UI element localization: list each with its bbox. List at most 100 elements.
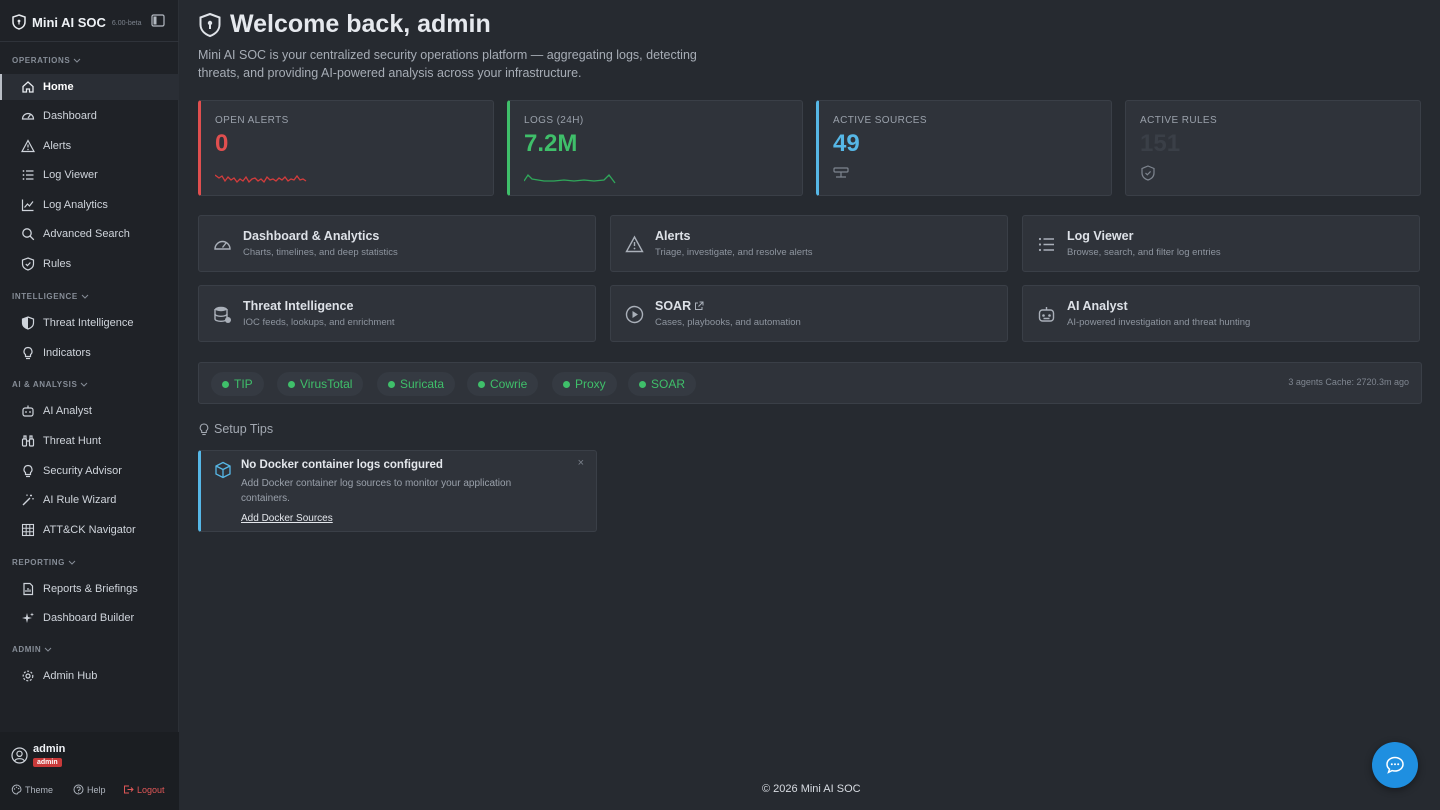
page-title: Welcome back, admin (230, 10, 491, 38)
page-subtitle: Mini AI SOC is your centralized security… (198, 48, 697, 80)
sidebar-item-ai-analyst[interactable]: AI Analyst (0, 398, 179, 424)
setup-tip-card: No Docker container logs configured Add … (198, 450, 597, 532)
sidebar-item-log-viewer[interactable]: Log Viewer (0, 162, 179, 188)
sidebar-item-label: Indicators (43, 347, 91, 359)
sidebar: Mini AI SOC 6.00-beta OPERATIONS Home Da… (0, 0, 179, 810)
logout-icon (124, 785, 134, 794)
brand-name: Mini AI SOC (32, 14, 106, 30)
sidebar-item-admin-hub[interactable]: Admin Hub (0, 663, 179, 689)
integration-label: Suricata (400, 377, 445, 391)
sidebar-item-dashboard[interactable]: Dashboard (0, 103, 179, 129)
sidebar-item-threat-intelligence[interactable]: Threat Intelligence (0, 310, 179, 336)
stat-active-rules[interactable]: ACTIVE RULES 151 (1125, 100, 1421, 196)
integration-pill-cowrie[interactable]: Cowrie (467, 372, 539, 396)
sidebar-item-ai-rule-wizard[interactable]: AI Rule Wizard (0, 487, 179, 513)
integration-pill-suricata[interactable]: Suricata (377, 372, 456, 396)
sidebar-item-label: Threat Intelligence (43, 317, 134, 329)
sidebar-item-home[interactable]: Home (0, 74, 179, 100)
stat-logs-24h[interactable]: LOGS (24H) 7.2M (507, 100, 803, 196)
section-operations[interactable]: OPERATIONS (12, 56, 81, 65)
sidebar-item-alerts[interactable]: Alerts (0, 133, 179, 159)
gauge-icon (214, 240, 231, 250)
sidebar-item-label: Dashboard (43, 110, 97, 122)
integration-pill-soar[interactable]: SOAR (628, 372, 697, 396)
play-circle-icon (625, 305, 644, 324)
sidebar-item-rules[interactable]: Rules (0, 251, 179, 277)
sparkline (215, 174, 307, 184)
section-admin[interactable]: ADMIN (12, 645, 52, 654)
card-threat-intelligence[interactable]: Threat Intelligence IOC feeds, lookups, … (198, 285, 596, 342)
sidebar-item-indicators[interactable]: Indicators (0, 340, 179, 366)
stat-open-alerts[interactable]: OPEN ALERTS 0 (198, 100, 494, 196)
search-icon (22, 228, 35, 241)
chevron-down-icon (81, 382, 88, 387)
chat-button[interactable] (1372, 742, 1418, 788)
sidebar-item-dashboard-builder[interactable]: Dashboard Builder (0, 605, 179, 631)
logout-button[interactable]: Logout (123, 784, 165, 795)
sidebar-item-label: AI Rule Wizard (43, 494, 117, 506)
card-ai-analyst[interactable]: AI Analyst AI-powered investigation and … (1022, 285, 1420, 342)
sparkline (524, 173, 616, 184)
brand[interactable]: Mini AI SOC 6.00-beta (12, 12, 142, 32)
shield-check-icon (1141, 165, 1155, 181)
status-dot (288, 380, 295, 388)
user-panel: admin admin Theme Help Logout (0, 732, 179, 810)
robot-icon (22, 405, 34, 417)
dismiss-tip-button[interactable]: × (578, 457, 584, 469)
theme-button[interactable]: Theme (11, 784, 53, 795)
card-dashboard-analytics[interactable]: Dashboard & Analytics Charts, timelines,… (198, 215, 596, 272)
integration-pill-tip[interactable]: TIP (211, 372, 264, 396)
section-label: REPORTING (12, 558, 65, 567)
help-label: Help (87, 784, 106, 795)
sidebar-item-label: Log Viewer (43, 169, 98, 181)
cache-status: 3 agents Cache: 2720.3m ago (1288, 377, 1409, 387)
magic-wand-icon (22, 494, 34, 506)
card-soar[interactable]: SOAR Cases, playbooks, and automation (610, 285, 1008, 342)
avatar[interactable] (11, 747, 28, 764)
add-docker-sources-link[interactable]: Add Docker Sources (241, 513, 333, 524)
integration-pill-proxy[interactable]: Proxy (552, 372, 617, 396)
sidebar-item-log-analytics[interactable]: Log Analytics (0, 192, 179, 218)
card-desc: Triage, investigate, and resolve alerts (655, 247, 813, 258)
card-desc: IOC feeds, lookups, and enrichment (243, 317, 395, 328)
section-ai-analysis[interactable]: AI & ANALYSIS (12, 380, 88, 389)
integration-label: VirusTotal (300, 377, 353, 391)
card-log-viewer[interactable]: Log Viewer Browse, search, and filter lo… (1022, 215, 1420, 272)
sidebar-item-label: Dashboard Builder (43, 612, 135, 624)
sidebar-item-label: AI Analyst (43, 405, 92, 417)
sidebar-item-label: Home (43, 81, 74, 93)
section-reporting[interactable]: REPORTING (12, 558, 76, 567)
tip-title: No Docker container logs configured (241, 459, 443, 471)
sidebar-item-label: Security Advisor (43, 465, 122, 477)
palette-icon (11, 784, 22, 795)
help-button[interactable]: Help (73, 784, 106, 795)
sidebar-toggle-icon[interactable] (151, 14, 165, 27)
sidebar-item-advanced-search[interactable]: Advanced Search (0, 221, 179, 247)
sidebar-item-threat-hunt[interactable]: Threat Hunt (0, 428, 179, 454)
sidebar-item-attack-navigator[interactable]: ATT&CK Navigator (0, 517, 179, 543)
server-icon (833, 167, 849, 178)
stat-value: 151 (1140, 130, 1181, 157)
grid-icon (21, 523, 35, 537)
setup-tips-title: Setup Tips (214, 422, 274, 436)
robot-icon (1038, 307, 1055, 322)
section-label: ADMIN (12, 645, 42, 654)
sidebar-item-label: ATT&CK Navigator (43, 524, 136, 536)
database-icon (214, 306, 231, 323)
bulb-icon (23, 464, 33, 478)
card-alerts[interactable]: Alerts Triage, investigate, and resolve … (610, 215, 1008, 272)
integration-label: SOAR (651, 377, 686, 391)
stat-active-sources[interactable]: ACTIVE SOURCES 49 (816, 100, 1112, 196)
sidebar-item-security-advisor[interactable]: Security Advisor (0, 458, 179, 484)
integration-label: Proxy (575, 377, 606, 391)
shield-icon (199, 12, 221, 37)
warning-icon (625, 235, 644, 253)
section-intelligence[interactable]: INTELLIGENCE (12, 292, 89, 301)
sidebar-item-label: Advanced Search (43, 228, 130, 240)
status-dot (222, 380, 229, 388)
user-role-badge: admin (33, 758, 62, 767)
bulb-icon (23, 346, 33, 360)
sidebar-item-reports-briefings[interactable]: Reports & Briefings (0, 576, 179, 602)
shield-check-icon (21, 257, 35, 271)
integration-pill-virustotal[interactable]: VirusTotal (277, 372, 364, 396)
